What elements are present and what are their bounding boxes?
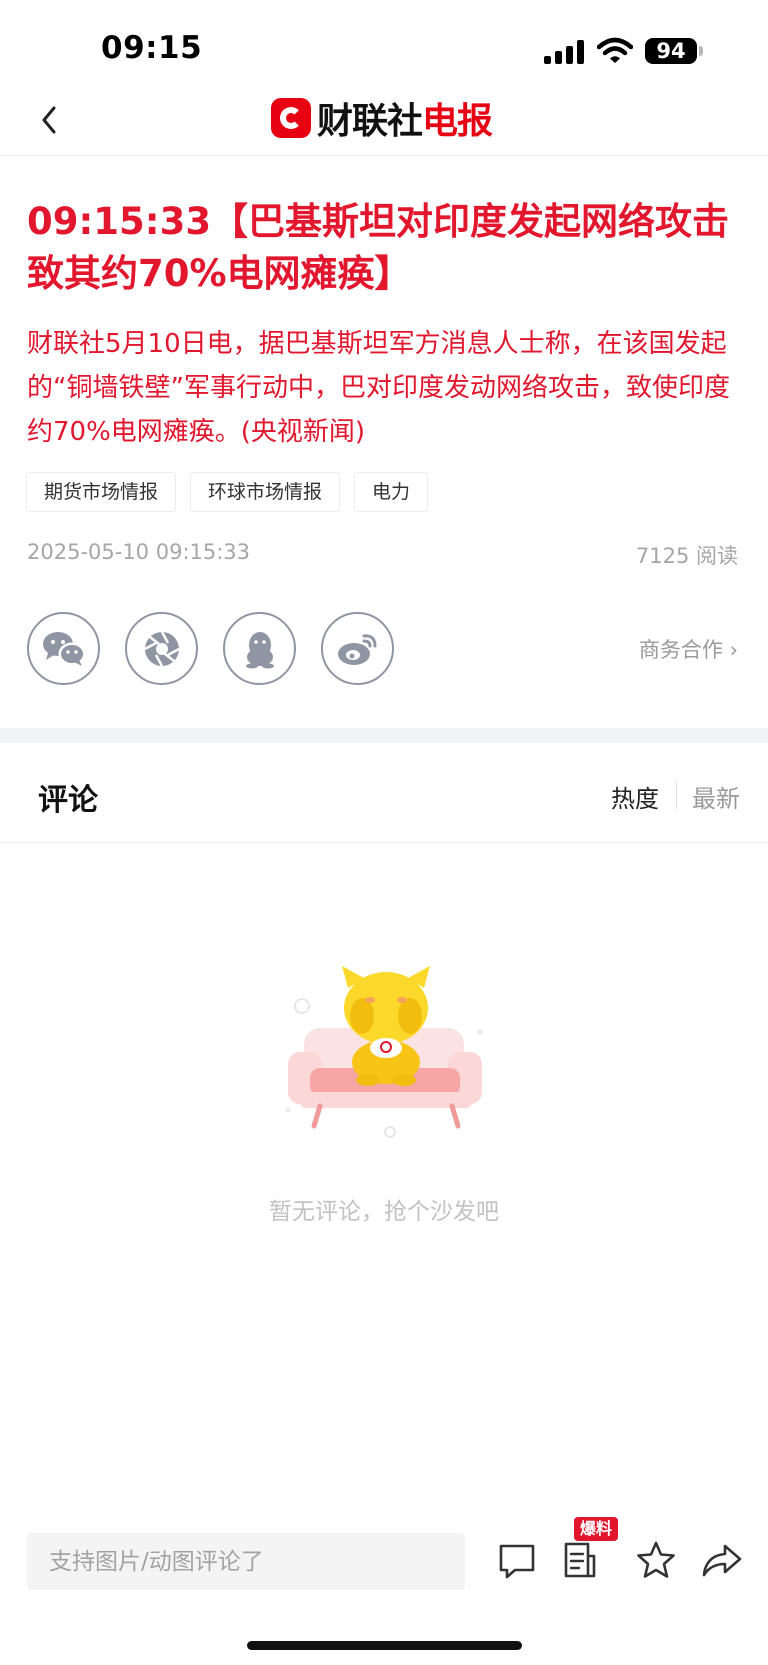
back-button[interactable]	[30, 98, 70, 142]
wechat-icon	[42, 631, 85, 666]
logo-text-highlight: 电报	[422, 101, 493, 142]
share-arrow-icon[interactable]	[700, 1538, 744, 1582]
status-time: 09:15	[101, 30, 203, 66]
tag-list: 期货市场情报 环球市场情报 电力	[26, 472, 429, 512]
qq-icon	[245, 631, 274, 668]
moments-icon	[143, 630, 180, 667]
nav-bar: 财联社 电报	[0, 92, 768, 156]
battery-indicator: 94	[645, 38, 697, 64]
comments-header: 评论 热度 最新	[0, 743, 768, 843]
cellular-signal-icon	[544, 40, 586, 64]
empty-mascot-illustration	[285, 966, 483, 1138]
article-title: 09:15:33【巴基斯坦对印度发起网络攻击致其约70%电网瘫痪】	[27, 200, 730, 295]
report-badge: 爆料	[574, 1517, 619, 1541]
status-bar: 09:15 94	[0, 0, 768, 92]
tag-global-market-intel[interactable]: 环球市场情报	[190, 472, 341, 512]
comments-title: 评论	[38, 783, 98, 818]
sort-newest-tab[interactable]: 最新	[692, 779, 740, 814]
logo-mark-icon	[271, 98, 311, 138]
sort-hot-tab[interactable]: 热度	[611, 779, 659, 814]
empty-comments-text: 暂无评论，抢个沙发吧	[269, 1199, 499, 1225]
share-moments-button[interactable]	[125, 612, 198, 685]
read-count: 7125 阅读	[635, 544, 738, 568]
share-qq-button[interactable]	[223, 612, 296, 685]
favorite-star-icon[interactable]	[634, 1538, 678, 1582]
sort-divider	[676, 781, 677, 809]
tag-futures-intel[interactable]: 期货市场情报	[26, 472, 177, 512]
share-row	[27, 612, 394, 685]
tag-electricity[interactable]: 电力	[354, 472, 429, 512]
publish-time: 2025-05-10 09:15:33	[27, 540, 251, 564]
comment-input[interactable]	[27, 1533, 465, 1590]
wifi-icon	[597, 37, 633, 63]
article-body: 财联社5月10日电，据巴基斯坦军方消息人士称，在该国发起的“铜墙铁壁”军事行动中…	[27, 329, 730, 447]
bottom-action-bar: 爆料	[0, 1517, 768, 1620]
comment-icon[interactable]	[495, 1538, 539, 1582]
share-weibo-button[interactable]	[321, 612, 394, 685]
home-indicator	[247, 1641, 522, 1650]
business-cooperation-link[interactable]: 商务合作 ›	[639, 634, 738, 664]
battery-cap	[699, 46, 703, 56]
logo-text: 财联社	[317, 101, 423, 142]
page: 09:15 94 财联社 电报 09:15:33【巴基斯坦对印度发起网络攻击致其…	[0, 0, 768, 1665]
weibo-icon	[337, 633, 376, 665]
report-news-icon[interactable]	[558, 1538, 602, 1582]
section-divider	[0, 728, 768, 743]
app-logo: 财联社 电报	[271, 96, 493, 142]
share-wechat-button[interactable]	[27, 612, 100, 685]
